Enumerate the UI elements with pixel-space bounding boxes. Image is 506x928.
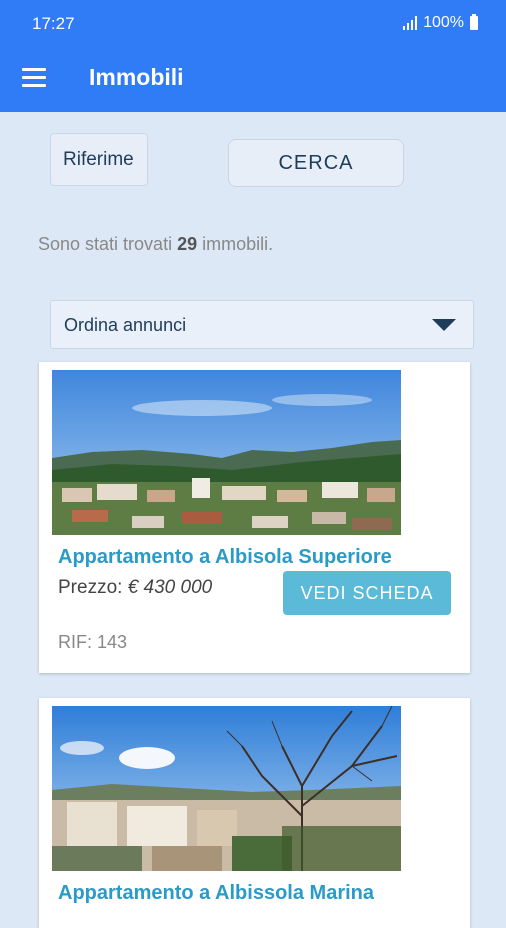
search-button[interactable]: CERCA	[228, 139, 404, 187]
battery-percent: 100%	[423, 14, 464, 31]
listing-price: Prezzo: € 430 000	[58, 577, 213, 598]
listing-title[interactable]: Appartamento a Albissola Marina	[58, 882, 374, 905]
app-bar: Immobili	[0, 44, 506, 112]
results-count: 29	[177, 234, 198, 254]
results-count-text: Sono stati trovati 29 immobili.	[38, 234, 274, 254]
listing-photo[interactable]	[52, 706, 401, 871]
battery-icon	[470, 14, 478, 30]
listing-card[interactable]: Appartamento a Albisola Superiore Prezzo…	[39, 362, 470, 673]
page-title: Immobili	[89, 64, 184, 90]
listing-reference: RIF: 143	[58, 632, 128, 652]
listing-photo[interactable]	[52, 370, 401, 535]
status-time: 17:27	[32, 14, 75, 33]
view-details-button[interactable]: VEDI SCHEDA	[283, 571, 451, 615]
price-value: € 430 000	[127, 577, 213, 598]
status-right: 100%	[403, 14, 478, 32]
signal-icon	[403, 16, 418, 30]
sort-dropdown[interactable]: Ordina annunci	[50, 300, 474, 349]
sort-selected-label: Ordina annunci	[64, 315, 187, 335]
reference-search-input[interactable]: Riferime	[50, 133, 148, 186]
menu-icon[interactable]	[22, 68, 46, 88]
listing-title[interactable]: Appartamento a Albisola Superiore	[58, 546, 392, 569]
status-bar: 17:27 100%	[0, 0, 506, 44]
dropdown-arrow-icon	[432, 319, 456, 331]
listing-card[interactable]: Appartamento a Albissola Marina	[39, 698, 470, 928]
